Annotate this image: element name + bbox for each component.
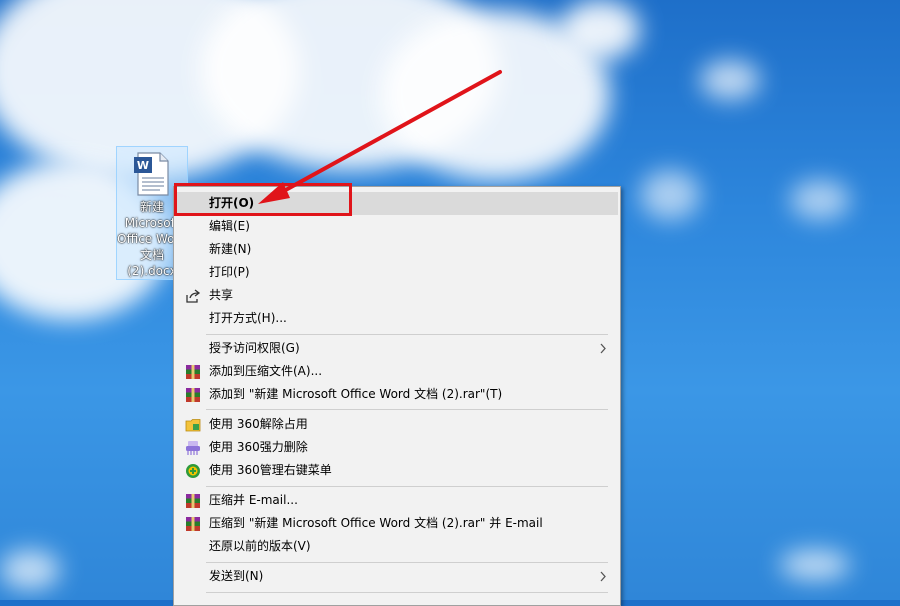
menu-item-open[interactable]: 打开(O) bbox=[176, 192, 618, 215]
menu-item-360-manage-menu[interactable]: 使用 360管理右键菜单 bbox=[176, 459, 618, 482]
360-manage-icon bbox=[185, 463, 201, 479]
menu-item-label: 打印(P) bbox=[209, 265, 250, 279]
menu-item-label: 压缩到 "新建 Microsoft Office Word 文档 (2).rar… bbox=[209, 516, 543, 530]
menu-item-print[interactable]: 打印(P) bbox=[176, 261, 618, 284]
menu-item-label: 发送到(N) bbox=[209, 569, 264, 583]
svg-text:W: W bbox=[137, 159, 149, 172]
360-unlock-icon bbox=[185, 417, 201, 433]
menu-item-label: 打开(O) bbox=[209, 196, 255, 210]
menu-item-label: 新建(N) bbox=[209, 242, 252, 256]
shredder-icon bbox=[185, 440, 201, 456]
menu-item-label: 共享 bbox=[209, 288, 234, 302]
menu-separator bbox=[206, 334, 608, 335]
menu-item-label: 使用 360强力删除 bbox=[209, 440, 308, 454]
menu-item-grant-access[interactable]: 授予访问权限(G) bbox=[176, 337, 618, 360]
context-menu: 打开(O) 编辑(E) 新建(N) 打印(P) 共享 打开方式(H)... 授予… bbox=[173, 186, 621, 606]
menu-item-share[interactable]: 共享 bbox=[176, 284, 618, 307]
menu-item-add-to-archive[interactable]: 添加到压缩文件(A)... bbox=[176, 360, 618, 383]
menu-item-add-to-rar[interactable]: 添加到 "新建 Microsoft Office Word 文档 (2).rar… bbox=[176, 383, 618, 406]
chevron-right-icon bbox=[598, 565, 608, 588]
menu-item-label: 打开方式(H)... bbox=[209, 311, 287, 325]
winrar-icon bbox=[185, 387, 201, 403]
menu-item-label: 添加到压缩文件(A)... bbox=[209, 364, 323, 378]
winrar-icon bbox=[185, 364, 201, 380]
menu-item-label: 压缩并 E-mail... bbox=[209, 493, 298, 507]
menu-separator bbox=[206, 486, 608, 487]
menu-item-open-with[interactable]: 打开方式(H)... bbox=[176, 307, 618, 330]
menu-separator bbox=[206, 409, 608, 410]
menu-item-send-to[interactable]: 发送到(N) bbox=[176, 565, 618, 588]
menu-item-label: 授予访问权限(G) bbox=[209, 341, 300, 355]
menu-separator bbox=[206, 562, 608, 563]
menu-item-compress-rar-email[interactable]: 压缩到 "新建 Microsoft Office Word 文档 (2).rar… bbox=[176, 512, 618, 535]
menu-item-compress-email[interactable]: 压缩并 E-mail... bbox=[176, 489, 618, 512]
menu-item-label: 使用 360解除占用 bbox=[209, 417, 308, 431]
chevron-right-icon bbox=[598, 337, 608, 360]
menu-item-360-unlock[interactable]: 使用 360解除占用 bbox=[176, 413, 618, 436]
menu-item-new[interactable]: 新建(N) bbox=[176, 238, 618, 261]
menu-item-edit[interactable]: 编辑(E) bbox=[176, 215, 618, 238]
word-document-icon: W bbox=[132, 151, 172, 197]
winrar-icon bbox=[185, 493, 201, 509]
winrar-icon bbox=[185, 516, 201, 532]
menu-item-restore-versions[interactable]: 还原以前的版本(V) bbox=[176, 535, 618, 558]
menu-item-label: 使用 360管理右键菜单 bbox=[209, 463, 332, 477]
menu-item-label: 编辑(E) bbox=[209, 219, 250, 233]
menu-item-label: 还原以前的版本(V) bbox=[209, 539, 311, 553]
menu-item-label: 添加到 "新建 Microsoft Office Word 文档 (2).rar… bbox=[209, 387, 503, 401]
share-icon bbox=[185, 288, 201, 304]
menu-item-360-force-delete[interactable]: 使用 360强力删除 bbox=[176, 436, 618, 459]
menu-separator bbox=[206, 592, 608, 593]
